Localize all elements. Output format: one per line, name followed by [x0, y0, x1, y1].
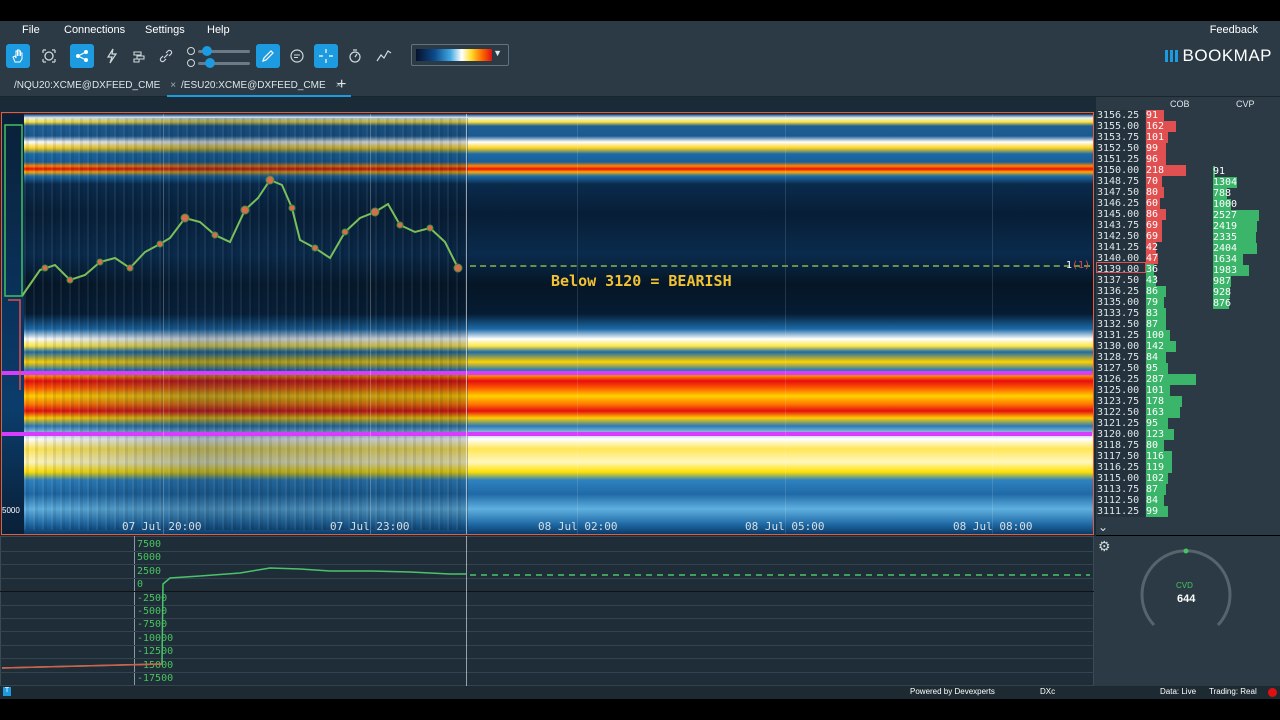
gear-icon[interactable]: ⚙ [1098, 538, 1111, 555]
powered-by: Powered by Devexperts [910, 687, 995, 696]
now-line-sub [466, 536, 467, 686]
cvd-trace [1, 567, 466, 669]
info-icon[interactable]: T [3, 687, 11, 696]
cvd-negative-trace [1, 663, 163, 669]
gauge-indicator [1183, 548, 1189, 554]
trading-status: Trading: Real [1209, 687, 1257, 696]
cvd-gauge-value: 644 [1177, 593, 1196, 605]
connection-name: DXc [1040, 687, 1056, 696]
cvd-gauge-label: CVD [1176, 581, 1193, 590]
cvd-line [1, 567, 1090, 669]
record-indicator[interactable] [1268, 688, 1277, 697]
bottom-letterbox [0, 699, 1280, 720]
data-status: Data: Live [1160, 687, 1197, 696]
status-bar: T Powered by Devexperts DXc Data: Live T… [0, 686, 1280, 699]
